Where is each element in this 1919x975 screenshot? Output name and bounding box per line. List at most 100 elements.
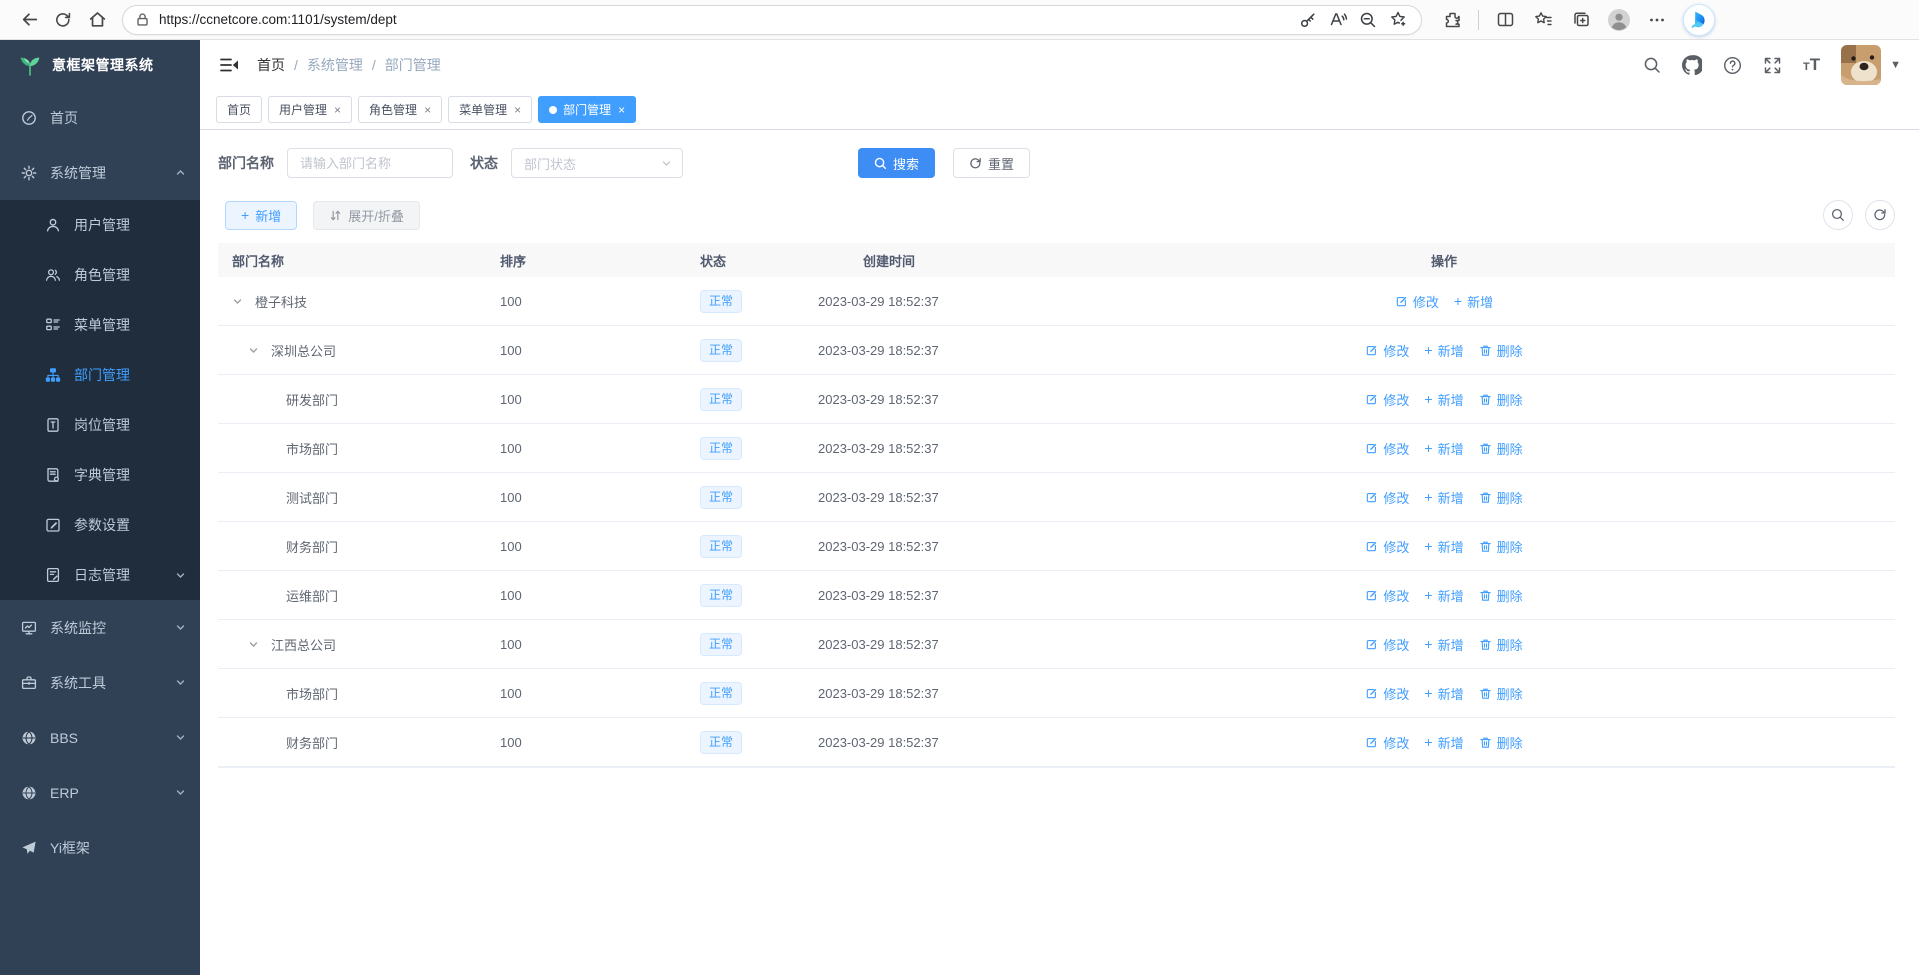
status-select[interactable]: 部门状态: [511, 148, 683, 178]
sidebar-item-dict[interactable]: 字典管理: [0, 450, 200, 500]
key-icon[interactable]: [1293, 7, 1323, 33]
edit-link[interactable]: 修改: [1365, 684, 1409, 703]
split-screen-icon[interactable]: [1489, 4, 1521, 36]
add-button[interactable]: + 新增: [225, 201, 297, 230]
sidebar-item-departments[interactable]: 部门管理: [0, 350, 200, 400]
refresh-table-icon[interactable]: [1865, 200, 1895, 230]
sidebar-item-roles[interactable]: 角色管理: [0, 250, 200, 300]
collections-icon[interactable]: [1565, 4, 1597, 36]
url-text[interactable]: https://ccnetcore.com:1101/system/dept: [159, 12, 1293, 27]
add-link[interactable]: +新增: [1424, 635, 1463, 654]
tab-roles[interactable]: 角色管理×: [358, 96, 442, 123]
users-icon: [45, 267, 61, 283]
search-icon[interactable]: [1643, 56, 1661, 74]
reset-button[interactable]: 重置: [953, 148, 1030, 178]
sidebar-item-posts[interactable]: 岗位管理: [0, 400, 200, 450]
sidebar-item-logs[interactable]: 日志管理: [0, 550, 200, 600]
tab-departments[interactable]: 部门管理×: [538, 96, 636, 123]
plus-icon: +: [241, 208, 249, 222]
breadcrumb-home[interactable]: 首页: [257, 55, 285, 75]
sidebar-item-home[interactable]: 首页: [0, 90, 200, 145]
edit-link[interactable]: 修改: [1365, 488, 1409, 507]
more-icon[interactable]: [1641, 4, 1673, 36]
add-link[interactable]: +新增: [1424, 439, 1463, 458]
add-link[interactable]: +新增: [1424, 733, 1463, 752]
back-icon[interactable]: [12, 4, 46, 36]
close-icon[interactable]: ×: [618, 103, 625, 117]
github-icon[interactable]: [1682, 55, 1702, 75]
delete-link[interactable]: 删除: [1479, 488, 1523, 507]
breadcrumb-system[interactable]: 系统管理: [307, 55, 363, 75]
favorites-icon[interactable]: [1527, 4, 1559, 36]
status-badge: 正常: [700, 388, 742, 411]
add-link[interactable]: +新增: [1424, 537, 1463, 556]
home-icon[interactable]: [80, 4, 114, 36]
fullscreen-icon[interactable]: [1763, 56, 1782, 75]
delete-link[interactable]: 删除: [1479, 439, 1523, 458]
add-link[interactable]: +新增: [1424, 488, 1463, 507]
delete-link[interactable]: 删除: [1479, 537, 1523, 556]
chevron-down-icon[interactable]: [248, 639, 259, 650]
close-icon[interactable]: ×: [334, 103, 341, 117]
profile-icon[interactable]: [1603, 4, 1635, 36]
refresh-icon[interactable]: [46, 4, 80, 36]
app-logo[interactable]: 意框架管理系统: [0, 40, 200, 90]
add-link[interactable]: +新增: [1424, 390, 1463, 409]
tab-label: 菜单管理: [459, 101, 507, 118]
chevron-down-icon[interactable]: [248, 345, 259, 356]
delete-link[interactable]: 删除: [1479, 684, 1523, 703]
edit-link[interactable]: 修改: [1395, 292, 1439, 311]
sidebar-item-users[interactable]: 用户管理: [0, 200, 200, 250]
delete-link[interactable]: 删除: [1479, 341, 1523, 360]
edit-link[interactable]: 修改: [1365, 341, 1409, 360]
read-aloud-icon[interactable]: [1323, 7, 1353, 33]
copilot-bing-icon[interactable]: [1683, 4, 1715, 36]
sidebar-item-system[interactable]: 系统管理: [0, 145, 200, 200]
sidebar-collapse-icon[interactable]: [215, 52, 243, 78]
dept-created: 2023-03-29 18:52:37: [818, 294, 1258, 309]
edit-link[interactable]: 修改: [1365, 537, 1409, 556]
sidebar-item-yi-framework[interactable]: Yi框架: [0, 820, 200, 875]
delete-link[interactable]: 删除: [1479, 635, 1523, 654]
edit-link[interactable]: 修改: [1365, 390, 1409, 409]
tab-menus[interactable]: 菜单管理 ×: [448, 96, 532, 123]
sidebar-item-tools[interactable]: 系统工具: [0, 655, 200, 710]
sidebar-item-params[interactable]: 参数设置: [0, 500, 200, 550]
dept-sort: 100: [500, 490, 700, 505]
edit-link[interactable]: 修改: [1365, 733, 1409, 752]
font-size-icon[interactable]: TT: [1803, 56, 1820, 74]
delete-link[interactable]: 删除: [1479, 390, 1523, 409]
sidebar-item-erp[interactable]: ERP: [0, 765, 200, 820]
tab-users[interactable]: 用户管理×: [268, 96, 352, 123]
close-icon[interactable]: ×: [424, 103, 431, 117]
add-link[interactable]: +新增: [1454, 292, 1493, 311]
close-icon[interactable]: ×: [514, 103, 521, 117]
sidebar-item-monitor[interactable]: 系统监控: [0, 600, 200, 655]
extensions-icon[interactable]: [1436, 4, 1468, 36]
dept-name-input[interactable]: [287, 148, 453, 178]
user-avatar[interactable]: [1841, 45, 1881, 85]
zoom-out-icon[interactable]: [1353, 7, 1383, 33]
lock-icon[interactable]: [135, 12, 150, 27]
help-icon[interactable]: [1723, 56, 1742, 75]
edit-link[interactable]: 修改: [1365, 586, 1409, 605]
favorite-add-icon[interactable]: [1383, 7, 1413, 33]
show-search-icon[interactable]: [1823, 200, 1853, 230]
caret-down-icon[interactable]: ▼: [1890, 59, 1901, 71]
add-link[interactable]: +新增: [1424, 684, 1463, 703]
book-icon: [45, 467, 61, 483]
dept-sort: 100: [500, 539, 700, 554]
sidebar-item-bbs[interactable]: BBS: [0, 710, 200, 765]
tab-home[interactable]: 首页: [216, 96, 262, 123]
add-link[interactable]: +新增: [1424, 341, 1463, 360]
expand-collapse-button[interactable]: 展开/折叠: [313, 201, 420, 230]
address-bar[interactable]: https://ccnetcore.com:1101/system/dept: [122, 5, 1422, 35]
sidebar-item-menus[interactable]: 菜单管理: [0, 300, 200, 350]
chevron-down-icon[interactable]: [232, 296, 243, 307]
edit-link[interactable]: 修改: [1365, 635, 1409, 654]
delete-link[interactable]: 删除: [1479, 733, 1523, 752]
edit-link[interactable]: 修改: [1365, 439, 1409, 458]
add-link[interactable]: +新增: [1424, 586, 1463, 605]
delete-link[interactable]: 删除: [1479, 586, 1523, 605]
search-button[interactable]: 搜索: [858, 148, 935, 178]
